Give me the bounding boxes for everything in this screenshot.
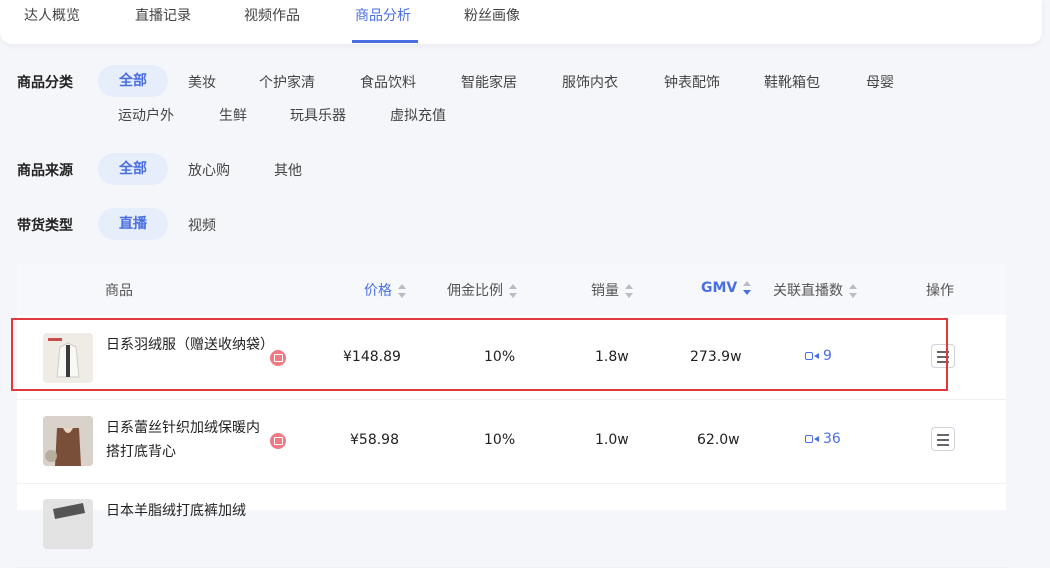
category-filter-label: 商品分类 [17,75,73,91]
header-sales-label: 销量 [591,283,619,299]
sort-icon [625,284,633,298]
category-option-sports[interactable]: 运动户外 [118,105,174,125]
category-option-all[interactable]: 全部 [98,65,168,97]
gmv-value: 62.0w [697,432,740,448]
table-row[interactable]: 日本羊脂绒打底裤加绒 [17,484,1006,568]
leggings-image [43,499,93,549]
tab-overview[interactable]: 达人概览 [24,5,80,25]
price-value: ¥148.89 [343,349,401,365]
tab-live-records[interactable]: 直播记录 [135,5,191,25]
header-gmv-label: GMV [701,280,738,296]
live-count-value: 36 [823,431,841,447]
live-count-value: 9 [823,348,832,364]
video-camera-icon [805,434,819,444]
sweater-image [43,416,93,466]
header-commission-label: 佣金比例 [447,283,503,299]
detail-button[interactable] [931,427,955,451]
sort-icon [398,284,406,298]
header-live-count[interactable]: 关联直播数 [773,280,857,300]
product-name[interactable]: 日系羽绒服（赠送收纳袋） [106,333,274,357]
list-icon [937,351,949,353]
commission-value: 10% [484,432,516,448]
live-count-link[interactable]: 36 [805,431,841,447]
jacket-image [43,333,93,383]
category-option-fresh[interactable]: 生鲜 [219,105,247,125]
live-count-link[interactable]: 9 [805,348,832,364]
header-commission[interactable]: 佣金比例 [447,280,517,300]
header-price-label: 价格 [364,283,392,299]
sort-icon [849,284,857,298]
gmv-value: 273.9w [690,349,742,365]
commission-value: 10% [484,349,516,365]
tab-product-analysis[interactable]: 商品分析 [355,5,411,25]
product-thumbnail[interactable] [43,499,93,549]
category-option-toys[interactable]: 玩具乐器 [290,105,346,125]
video-camera-icon [805,351,819,361]
product-name[interactable]: 日本羊脂绒打底裤加绒 [106,499,271,523]
shop-icon [270,433,286,449]
tab-bar: 达人概览 直播记录 视频作品 商品分析 粉丝画像 [0,0,1042,44]
product-thumbnail[interactable] [43,416,93,466]
source-option-other[interactable]: 其他 [274,160,302,180]
header-sales[interactable]: 销量 [591,280,633,300]
sort-desc-icon [743,281,752,295]
list-icon [937,434,949,436]
table-row[interactable]: 日系羽绒服（赠送收纳袋） ¥148.89 10% 1.8w 273.9w 9 [17,316,1006,400]
header-gmv[interactable]: GMV [701,280,752,296]
product-table: 商品 价格 佣金比例 销量 GMV 关联直播数 操作 日系羽绒服（赠送收纳袋） [17,263,1006,568]
active-tab-indicator [352,40,418,43]
detail-button[interactable] [931,344,955,368]
category-option-watches[interactable]: 钟表配饰 [664,72,720,92]
category-option-shoes-bags[interactable]: 鞋靴箱包 [764,72,820,92]
category-option-personal-care[interactable]: 个护家清 [259,72,315,92]
source-option-fangxingou[interactable]: 放心购 [188,160,230,180]
tab-fan-profile[interactable]: 粉丝画像 [464,5,520,25]
product-name[interactable]: 日系蕾丝针织加绒保暖内搭打底背心 [106,416,271,464]
category-option-smart-home[interactable]: 智能家居 [461,72,517,92]
sales-value: 1.0w [595,432,629,448]
sort-icon [509,284,517,298]
category-option-virtual[interactable]: 虚拟充值 [390,105,446,125]
tab-videos[interactable]: 视频作品 [244,5,300,25]
header-live-count-label: 关联直播数 [773,283,843,299]
type-option-live[interactable]: 直播 [98,208,168,240]
product-thumbnail[interactable] [43,333,93,383]
category-option-apparel[interactable]: 服饰内衣 [562,72,618,92]
category-option-food[interactable]: 食品饮料 [360,72,416,92]
source-option-all[interactable]: 全部 [98,153,168,185]
type-filter-label: 带货类型 [17,218,73,234]
category-option-baby[interactable]: 母婴 [866,72,894,92]
shop-icon [270,350,286,366]
category-option-beauty[interactable]: 美妆 [188,72,216,92]
type-option-video[interactable]: 视频 [188,215,216,235]
table-row[interactable]: 日系蕾丝针织加绒保暖内搭打底背心 ¥58.98 10% 1.0w 62.0w 3… [17,400,1006,484]
source-filter-label: 商品来源 [17,163,73,179]
header-product: 商品 [105,283,133,299]
sales-value: 1.8w [595,349,629,365]
table-header: 商品 价格 佣金比例 销量 GMV 关联直播数 操作 [17,263,1006,315]
header-action: 操作 [926,283,954,299]
price-value: ¥58.98 [350,432,399,448]
header-price[interactable]: 价格 [364,280,406,300]
